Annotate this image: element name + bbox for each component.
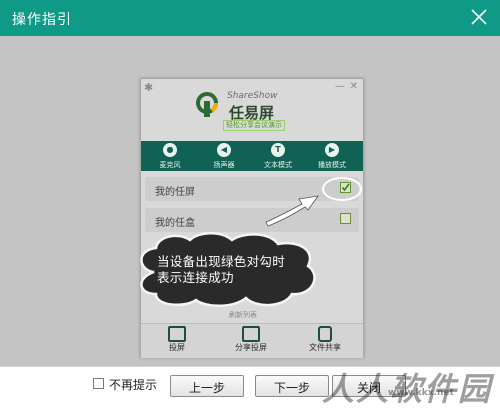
app-bottom-nav: 投屏 分享投屏 文件共享 xyxy=(141,323,363,358)
dont-show-checkbox[interactable] xyxy=(93,378,104,389)
tool-label: 播放模式 xyxy=(318,161,346,169)
gear-icon: ✱ xyxy=(144,81,154,94)
file-share-icon xyxy=(318,326,332,342)
cast-icon xyxy=(168,326,186,342)
share-screen-icon xyxy=(242,326,260,342)
brand-name-en: ShareShow xyxy=(227,91,278,101)
nav-file-share: 文件共享 xyxy=(295,326,355,353)
device-label: 我的任盒 xyxy=(155,218,195,229)
speaker-icon: ◀ xyxy=(217,143,231,157)
next-button[interactable]: 下一步 xyxy=(255,375,329,397)
close-icon: ✕ xyxy=(349,81,358,92)
callout-text: 当设备出现绿色对勾时 表示连接成功 xyxy=(157,254,285,286)
nav-share-screen: 分享投屏 xyxy=(221,326,281,353)
tool-speaker: ◀ 扬声器 xyxy=(199,142,249,170)
tool-label: 麦克风 xyxy=(159,161,181,169)
prev-button[interactable]: 上一步 xyxy=(170,375,244,397)
close-icon[interactable] xyxy=(468,6,490,28)
pointer-arrow-icon xyxy=(265,195,319,227)
brand-tagline: 轻松分享会议演示 xyxy=(223,120,285,131)
nav-label: 分享投屏 xyxy=(235,343,267,352)
nav-label: 投屏 xyxy=(169,343,185,352)
unchecked-box-icon xyxy=(340,213,351,224)
play-icon: ▶ xyxy=(325,143,339,157)
tool-play-mode: ▶ 播放模式 xyxy=(307,142,357,170)
nav-label: 文件共享 xyxy=(309,343,341,352)
tool-label: 文本模式 xyxy=(264,161,292,169)
watermark-url: www.kkx.net xyxy=(388,388,454,398)
device-label: 我的任屏 xyxy=(155,187,195,198)
shareshow-logo xyxy=(196,92,218,117)
text-mode-icon: T xyxy=(271,143,285,157)
device-row-my-box: 我的任盒 xyxy=(145,208,359,232)
window-title: 操作指引 xyxy=(12,12,72,28)
callout-line-1: 当设备出现绿色对勾时 xyxy=(157,254,286,269)
tool-microphone: ● 麦克风 xyxy=(145,142,195,170)
tool-label: 扬声器 xyxy=(213,161,235,169)
microphone-icon: ● xyxy=(163,143,177,157)
callout-line-2: 表示连接成功 xyxy=(157,270,234,285)
nav-cast: 投屏 xyxy=(147,326,207,353)
refresh-hint: 刷新列表 xyxy=(229,311,257,319)
tool-text-mode: T 文本模式 xyxy=(253,142,303,170)
title-bar: 操作指引 xyxy=(0,0,500,36)
watermark-logo: 人人软件园 xyxy=(322,370,493,408)
app-toolbar: ● 麦克风 ◀ 扬声器 T 文本模式 ▶ 播放模式 xyxy=(141,141,363,171)
minimize-icon: — xyxy=(335,81,345,92)
dont-show-label[interactable]: 不再提示 xyxy=(109,376,157,393)
app-preview-window: ✱ — ✕ ShareShow 任易屏 轻松分享会议演示 ● 麦克风 ◀ 扬声器… xyxy=(140,78,364,358)
highlight-ring xyxy=(322,177,362,201)
